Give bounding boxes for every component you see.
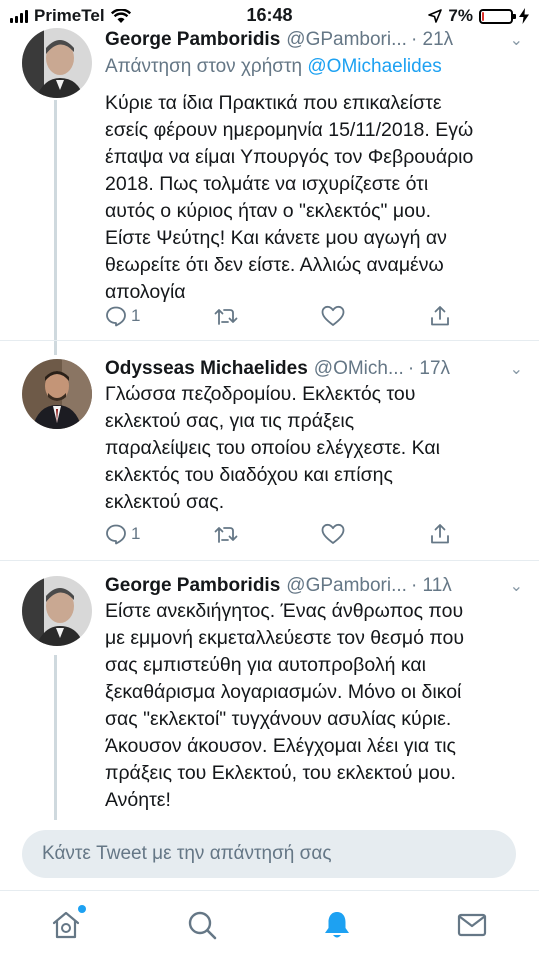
avatar[interactable]	[22, 576, 92, 646]
chevron-down-icon[interactable]: ⌄	[510, 576, 523, 596]
tab-messages[interactable]	[456, 909, 488, 941]
author-handle[interactable]: @GPambori...	[286, 575, 407, 597]
tweet-header: Odysseas Michaelides @OMich... · 17λ ⌄	[105, 357, 523, 381]
tab-notifications[interactable]	[321, 909, 353, 941]
author-handle[interactable]: @GPambori...	[286, 29, 407, 51]
tweet-time: · 17λ	[407, 358, 451, 379]
heart-icon	[321, 305, 345, 326]
share-button[interactable]	[429, 521, 451, 547]
avatar[interactable]	[22, 359, 92, 429]
tab-search[interactable]	[186, 909, 218, 941]
author-name[interactable]: George Pamboridis	[105, 29, 280, 51]
reply-button[interactable]: 1	[105, 521, 140, 547]
battery-level	[482, 11, 484, 21]
reply-button[interactable]: 1	[105, 303, 140, 329]
tweet-header: George Pamboridis @GPambori... · 21λ ⌄	[105, 28, 523, 52]
tweet-actions: 1	[105, 521, 465, 547]
tweet-time: · 11λ	[410, 575, 452, 596]
reply-placeholder: Κάντε Tweet με την απάντησή σας	[42, 843, 332, 864]
tweet-actions: 1	[105, 303, 465, 329]
tweet-header: George Pamboridis @GPambori... · 11λ ⌄	[105, 574, 523, 598]
tweet-separator	[0, 340, 539, 341]
chevron-down-icon[interactable]: ⌄	[510, 30, 523, 50]
retweet-button[interactable]	[213, 521, 239, 547]
tab-home[interactable]	[50, 905, 86, 941]
tweet[interactable]: George Pamboridis @GPambori... · 21λ ⌄ Α…	[0, 28, 539, 358]
charging-icon	[519, 8, 529, 24]
search-icon	[188, 911, 217, 940]
reply-count: 1	[131, 524, 141, 543]
tweet-text: Κύριε τα ίδια Πρακτικά που επικαλείστε ε…	[105, 92, 474, 303]
location-icon	[428, 9, 443, 23]
retweet-button[interactable]	[213, 303, 239, 329]
share-icon	[431, 306, 449, 326]
battery-icon	[479, 8, 516, 24]
reply-icon	[106, 306, 126, 327]
retweet-icon	[214, 527, 238, 543]
home-icon	[52, 911, 80, 939]
author-handle[interactable]: @OMich...	[314, 358, 404, 380]
messages-icon	[457, 913, 487, 937]
author-name[interactable]: Odysseas Michaelides	[105, 358, 308, 380]
tweet-separator	[0, 560, 539, 561]
retweet-icon	[214, 309, 238, 325]
reply-context: Απάντηση στον χρήστη @OMichaelides	[105, 56, 442, 78]
reply-count: 1	[131, 306, 141, 325]
chevron-down-icon[interactable]: ⌄	[510, 359, 523, 379]
tweet-text: Γλώσσα πεζοδρομίου. Εκλεκτός του εκλεκτο…	[105, 383, 440, 513]
share-button[interactable]	[429, 303, 451, 329]
tweet-text: Είστε ανεκδιήγητος. Ένας άνθρωπος που με…	[105, 600, 465, 811]
status-right: 7%	[428, 6, 529, 26]
heart-icon	[321, 523, 345, 544]
notifications-icon	[325, 912, 349, 938]
author-name[interactable]: George Pamboridis	[105, 575, 280, 597]
avatar[interactable]	[22, 28, 92, 98]
tweet[interactable]: Odysseas Michaelides @OMich... · 17λ ⌄ Γ…	[0, 357, 539, 557]
like-button[interactable]	[321, 521, 345, 547]
reply-input[interactable]: Κάντε Tweet με την απάντησή σας	[22, 830, 516, 878]
status-bar: PrimeTel 16:48 7%	[0, 0, 539, 30]
share-icon	[431, 524, 449, 544]
reply-icon	[106, 524, 126, 545]
battery-percent: 7%	[448, 6, 473, 25]
like-button[interactable]	[321, 303, 345, 329]
tweet-time: · 21λ	[410, 29, 454, 50]
reply-prefix: Απάντηση στον χρήστη	[105, 56, 303, 77]
mention-link[interactable]: @OMichaelides	[307, 56, 441, 77]
notification-dot	[78, 905, 86, 913]
tab-bar	[0, 890, 539, 960]
tweet[interactable]: George Pamboridis @GPambori... · 11λ ⌄ Ε…	[0, 574, 539, 814]
